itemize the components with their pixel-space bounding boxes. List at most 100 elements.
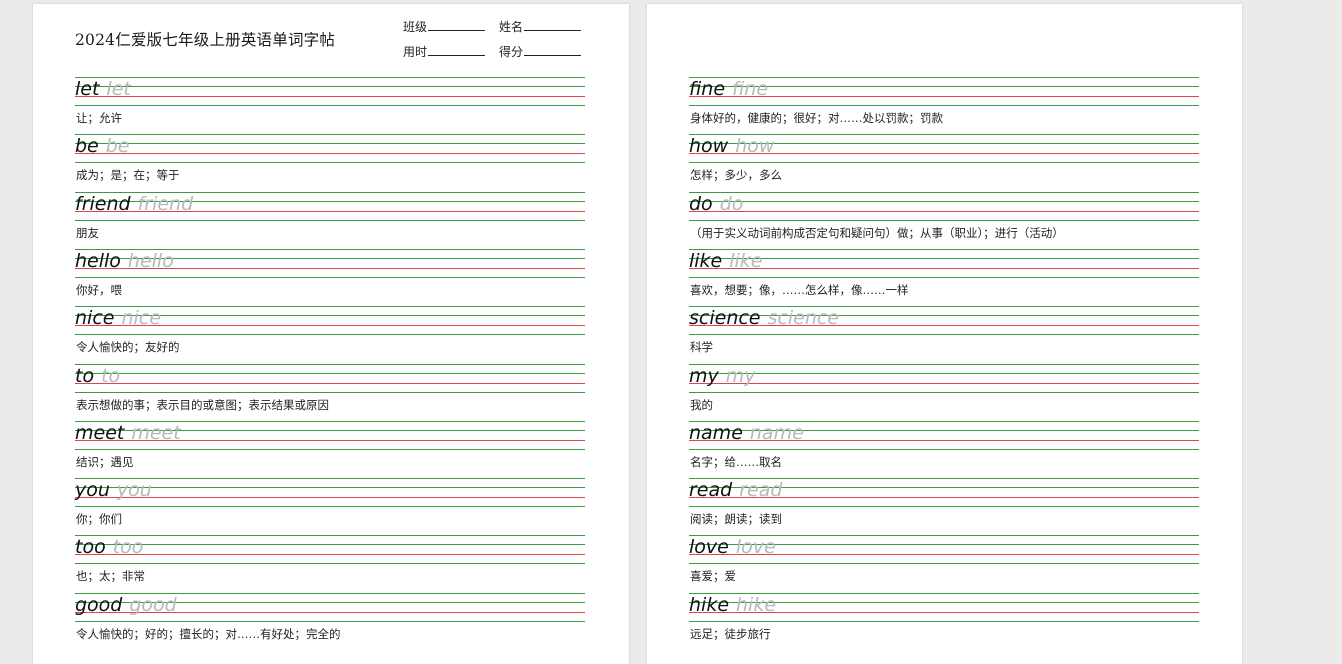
word-trace: name bbox=[749, 421, 804, 444]
word-entry: hike hike 远足；徒步旅行 bbox=[689, 592, 1199, 650]
name-blank bbox=[524, 18, 582, 31]
guide-line-bottom bbox=[689, 219, 1199, 221]
score-field: 得分 bbox=[499, 43, 582, 60]
word-meaning: 怎样；多少，多么 bbox=[690, 168, 782, 183]
time-field: 用时 bbox=[403, 43, 486, 60]
word-meaning: 名字；给……取名 bbox=[690, 454, 782, 469]
word-text: love bbox=[689, 536, 729, 559]
word-row: to to bbox=[75, 365, 120, 387]
word-row: my my bbox=[689, 365, 756, 387]
word-row: fine fine bbox=[689, 78, 768, 100]
word-row: be be bbox=[75, 135, 130, 157]
word-meaning: 身体好的，健康的；很好；对……处以罚款；罚款 bbox=[690, 111, 943, 125]
word-trace: how bbox=[735, 135, 775, 158]
word-trace: too bbox=[112, 536, 144, 559]
word-meaning: 阅读；朗读；读到 bbox=[690, 512, 782, 527]
guide-line-top bbox=[75, 363, 585, 365]
word-entry: good good 令人愉快的；好的；擅长的；对……有好处；完全的 bbox=[75, 592, 585, 650]
word-meaning: 也；太；非常 bbox=[76, 569, 145, 584]
word-entry: love love 喜爱；爱 bbox=[689, 535, 1199, 592]
guide-line-bottom bbox=[689, 334, 1199, 336]
word-meaning: （用于实义动词前构成否定句和疑问句）做；从事（职业）；进行（活动） bbox=[690, 225, 1064, 240]
word-entry: like like 喜欢，想要；像，……怎么样，像……一样 bbox=[689, 248, 1199, 306]
guide-line-bottom bbox=[689, 391, 1199, 393]
guide-line-bottom bbox=[75, 620, 585, 622]
word-entry: let let 让；允许 bbox=[75, 77, 585, 134]
word-row: you you bbox=[75, 479, 152, 501]
word-meaning: 喜欢，想要；像，……怎么样，像……一样 bbox=[690, 282, 909, 297]
guide-line-baseline bbox=[75, 554, 585, 556]
score-label: 得分 bbox=[499, 45, 524, 59]
word-meaning: 你好，喂 bbox=[76, 282, 122, 297]
word-entry: read read 阅读；朗读；读到 bbox=[689, 478, 1199, 535]
word-meaning: 喜爱；爱 bbox=[690, 569, 736, 584]
word-row: hello hello bbox=[75, 250, 174, 272]
guide-line-bottom bbox=[75, 391, 585, 393]
guide-line-bottom bbox=[689, 620, 1199, 622]
guide-line-top bbox=[75, 134, 585, 136]
word-text: you bbox=[75, 479, 110, 502]
guide-line-upper bbox=[689, 200, 1199, 202]
word-meaning: 我的 bbox=[690, 397, 713, 412]
word-text: too bbox=[75, 536, 106, 559]
word-meaning: 你；你们 bbox=[76, 512, 122, 527]
guide-line-bottom bbox=[689, 563, 1199, 565]
class-label: 班级 bbox=[403, 20, 428, 34]
word-trace: read bbox=[739, 479, 783, 502]
word-text: be bbox=[75, 135, 99, 158]
guide-line-baseline bbox=[689, 382, 1199, 384]
guide-line-bottom bbox=[75, 334, 585, 336]
word-text: let bbox=[75, 78, 100, 100]
word-text: hello bbox=[75, 249, 121, 272]
word-trace: like bbox=[729, 249, 763, 272]
guide-line-top bbox=[689, 248, 1199, 250]
time-label: 用时 bbox=[403, 45, 428, 59]
guide-line-upper bbox=[75, 544, 585, 546]
word-entry: too too 也；太；非常 bbox=[75, 535, 585, 592]
name-field: 姓名 bbox=[499, 18, 582, 35]
guide-line-upper bbox=[689, 372, 1199, 374]
word-meaning: 表示想做的事；表示目的或意图；表示结果或原因 bbox=[76, 397, 329, 412]
word-trace: do bbox=[719, 192, 744, 215]
guide-line-baseline bbox=[689, 267, 1199, 269]
word-entry: my my 我的 bbox=[689, 363, 1199, 421]
guide-line-upper bbox=[75, 143, 585, 145]
guide-line-bottom bbox=[75, 105, 585, 106]
guide-line-bottom bbox=[689, 506, 1199, 508]
right-page: fine fine 身体好的，健康的；很好；对……处以罚款；罚款 how how 怎样；多… bbox=[647, 4, 1242, 664]
guide-line-upper bbox=[75, 372, 585, 374]
word-row: read read bbox=[689, 479, 782, 501]
guide-line-top bbox=[75, 77, 585, 78]
word-entry: how how 怎样；多少，多么 bbox=[689, 134, 1199, 191]
word-trace: hike bbox=[736, 593, 777, 616]
word-trace: nice bbox=[121, 307, 161, 330]
word-trace: love bbox=[735, 536, 776, 559]
guide-line-baseline bbox=[75, 96, 585, 97]
word-meaning: 让；允许 bbox=[76, 111, 122, 125]
guide-line-baseline bbox=[689, 210, 1199, 212]
word-trace: my bbox=[725, 364, 756, 387]
word-text: to bbox=[75, 364, 95, 387]
word-meaning: 令人愉快的；友好的 bbox=[76, 340, 180, 355]
word-text: fine bbox=[689, 78, 726, 100]
word-text: good bbox=[75, 593, 123, 616]
word-trace: friend bbox=[137, 192, 194, 215]
word-text: my bbox=[689, 364, 719, 387]
word-row: science science bbox=[689, 307, 839, 329]
word-row: love love bbox=[689, 536, 776, 558]
word-row: name name bbox=[689, 422, 804, 444]
word-row: good good bbox=[75, 594, 177, 616]
word-meaning: 成为；是；在；等于 bbox=[76, 168, 180, 183]
word-entry: hello hello 你好，喂 bbox=[75, 248, 585, 306]
word-row: too too bbox=[75, 536, 143, 558]
word-entry: to to 表示想做的事；表示目的或意图；表示结果或原因 bbox=[75, 363, 585, 421]
word-entry: science science 科学 bbox=[689, 306, 1199, 363]
word-text: meet bbox=[75, 421, 125, 444]
word-text: do bbox=[689, 192, 713, 215]
word-row: meet meet bbox=[75, 422, 181, 444]
guide-line-baseline bbox=[75, 153, 585, 155]
word-entry: nice nice 令人愉快的；友好的 bbox=[75, 306, 585, 363]
word-row: hike hike bbox=[689, 594, 776, 616]
word-trace: let bbox=[106, 78, 131, 100]
guide-line-bottom bbox=[75, 162, 585, 164]
